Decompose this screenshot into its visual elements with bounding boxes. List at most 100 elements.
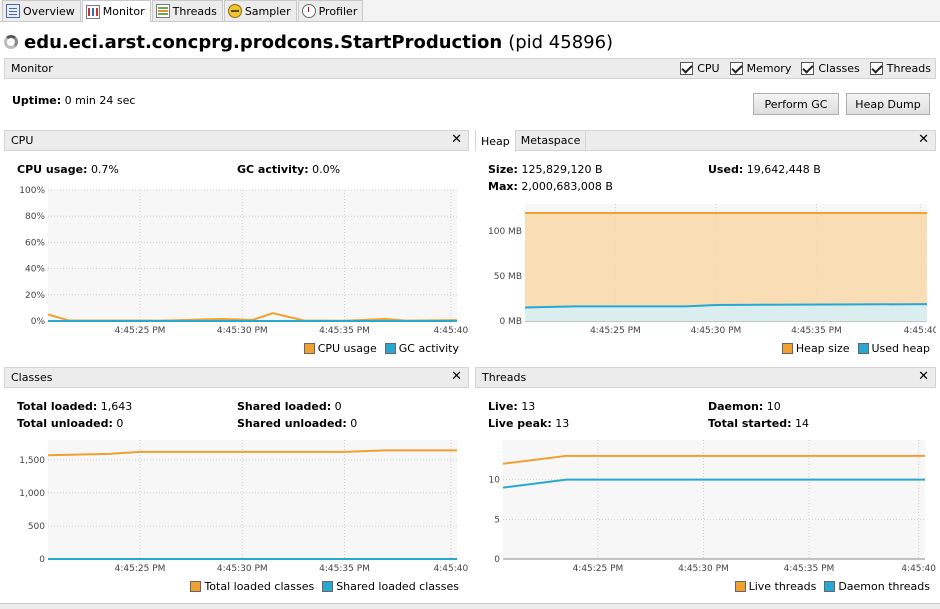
classes-panel: Classes ✕ Total loaded: 1,643 Shared loa… xyxy=(4,367,469,599)
y-tick-label: 1,000 xyxy=(19,489,45,499)
stat-value: 13 xyxy=(555,417,570,430)
plot-area xyxy=(48,440,457,559)
legend-item: Used heap xyxy=(857,342,931,355)
uptime-value: 0 min 24 sec xyxy=(64,94,136,107)
stat-label: GC activity: xyxy=(237,163,309,176)
close-icon[interactable]: ✕ xyxy=(918,370,929,384)
total-started-stat: Total started: 14 xyxy=(708,417,809,430)
checkbox-label: CPU xyxy=(697,62,720,75)
page-title: edu.eci.arst.concprg.prodcons.StartProdu… xyxy=(4,30,613,54)
close-icon[interactable]: ✕ xyxy=(451,370,462,384)
classes-panel-header: Classes ✕ xyxy=(4,367,469,388)
tab-heap[interactable]: Heap xyxy=(476,130,516,152)
x-tick-label: 4:45:35 PM xyxy=(319,564,370,574)
stat-value: 0.7% xyxy=(90,163,119,176)
legend-item: Live threads xyxy=(734,580,817,593)
app-title: edu.eci.arst.concprg.prodcons.StartProdu… xyxy=(24,31,503,53)
stat-value: 1,643 xyxy=(100,400,133,413)
shared-unloaded-stat: Shared unloaded: 0 xyxy=(237,417,357,430)
legend-item: GC activity xyxy=(384,342,459,355)
close-icon[interactable]: ✕ xyxy=(451,133,462,147)
monitor-header: Monitor CPU Memory Classes Threads xyxy=(4,58,936,79)
x-tick-label: 4:45:40 xyxy=(901,564,936,574)
sampler-icon xyxy=(227,4,242,18)
tab-sampler[interactable]: Sampler xyxy=(223,0,297,21)
x-tick-label: 4:45:25 PM xyxy=(115,564,166,574)
threads-checkbox[interactable]: Threads xyxy=(869,62,931,75)
classes-panel-title: Classes xyxy=(11,371,53,384)
heap-panel: Heap Metaspace ✕ Size: 125,829,120 B Use… xyxy=(475,130,936,360)
x-tick-label: 4:45:35 PM xyxy=(319,326,370,335)
y-tick-label: 100% xyxy=(19,186,45,196)
legend-label: Total loaded classes xyxy=(204,580,315,593)
x-tick-label: 4:45:30 PM xyxy=(217,326,268,335)
cpu-panel-header: CPU ✕ xyxy=(4,130,469,151)
legend-label: Live threads xyxy=(748,580,817,593)
y-tick-label: 0 xyxy=(39,555,45,565)
stat-value: 2,000,683,008 B xyxy=(521,180,613,193)
y-tick-label: 80% xyxy=(25,212,45,222)
heap-size-stat: Size: 125,829,120 B xyxy=(488,163,603,176)
tab-monitor[interactable]: Monitor xyxy=(81,0,151,22)
tab-label: Sampler xyxy=(244,4,291,18)
stat-value: 125,829,120 B xyxy=(521,163,603,176)
tab-overview[interactable]: Overview xyxy=(2,0,81,21)
x-tick-label: 4:45:25 PM xyxy=(590,326,641,335)
overview-icon xyxy=(6,4,20,18)
tab-profiler[interactable]: Profiler xyxy=(297,0,364,21)
classes-checkbox[interactable]: Classes xyxy=(801,62,860,75)
legend-item: Shared loaded classes xyxy=(322,580,459,593)
stat-value: 19,642,448 B xyxy=(746,163,821,176)
stat-label: Total loaded: xyxy=(17,400,98,413)
cpu-legend: CPU usage GC activity xyxy=(303,342,459,355)
stat-label: CPU usage: xyxy=(17,163,88,176)
memory-checkbox[interactable]: Memory xyxy=(729,62,792,75)
checkbox-checked-icon xyxy=(801,62,815,75)
x-tick-label: 4:45:25 PM xyxy=(573,564,624,574)
shared-loaded-stat: Shared loaded: 0 xyxy=(237,400,342,413)
legend-swatch xyxy=(734,581,746,592)
y-tick-label: 50 MB xyxy=(494,272,522,282)
checkbox-label: Memory xyxy=(746,62,792,75)
perform-gc-button[interactable]: Perform GC xyxy=(753,93,839,115)
checkbox-label: Threads xyxy=(886,62,931,75)
tab-label: Overview xyxy=(23,4,75,18)
stat-label: Used: xyxy=(708,163,744,176)
x-tick-label: 4:45:35 PM xyxy=(784,564,835,574)
checkbox-checked-icon xyxy=(729,62,743,75)
threads-panel: Threads ✕ Live: 13 Daemon: 10 Live peak:… xyxy=(475,367,936,599)
y-tick-label: 0 xyxy=(494,555,500,565)
plot-area xyxy=(48,190,457,321)
legend-swatch xyxy=(781,343,793,354)
tab-bar: Overview Monitor Threads Sampler Profile… xyxy=(0,0,940,22)
tab-threads[interactable]: Threads xyxy=(151,0,223,21)
tab-metaspace[interactable]: Metaspace xyxy=(516,130,587,151)
threads-icon xyxy=(155,4,170,18)
uptime: Uptime: 0 min 24 sec xyxy=(12,94,135,107)
profiler-icon xyxy=(301,4,316,18)
close-icon[interactable]: ✕ xyxy=(918,133,929,147)
daemon-threads-stat: Daemon: 10 xyxy=(708,400,781,413)
heap-dump-button[interactable]: Heap Dump xyxy=(846,93,930,115)
heap-legend: Heap size Used heap xyxy=(781,342,931,355)
classes-chart: 1,500 1,000 500 0 4:45:25 PM 4:45:30 PM 4:45:3… xyxy=(19,440,468,574)
threads-panel-title: Threads xyxy=(482,371,527,384)
y-tick-label: 100 MB xyxy=(488,227,522,237)
threads-panel-header: Threads ✕ xyxy=(475,367,936,388)
legend-label: CPU usage xyxy=(317,342,377,355)
legend-item: Heap size xyxy=(781,342,850,355)
stat-label: Shared unloaded: xyxy=(237,417,347,430)
legend-label: Used heap xyxy=(871,342,931,355)
legend-label: Heap size xyxy=(795,342,850,355)
y-tick-label: 10 xyxy=(489,476,501,486)
x-tick-label: 4:45:30 PM xyxy=(691,326,742,335)
legend-item: Total loaded classes xyxy=(190,580,314,593)
cpu-checkbox[interactable]: CPU xyxy=(680,62,720,75)
legend-swatch xyxy=(303,343,315,354)
monitor-checkboxes: CPU Memory Classes Threads xyxy=(680,62,935,75)
y-tick-label: 1,500 xyxy=(19,456,45,466)
stat-label: Live peak: xyxy=(488,417,552,430)
y-tick-label: 0% xyxy=(31,317,46,327)
heap-used-stat: Used: 19,642,448 B xyxy=(708,163,821,176)
app-pid: (pid 45896) xyxy=(508,31,614,53)
